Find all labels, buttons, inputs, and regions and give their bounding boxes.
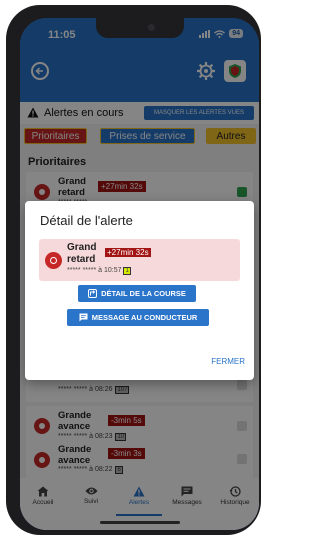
phone-frame: 11:05 94 Alertes en cours MASQUER LES AL… xyxy=(6,5,261,535)
course-detail-button[interactable]: DÉTAIL DE LA COURSE xyxy=(78,285,196,302)
dialog-alert-name: Grand retard xyxy=(67,242,97,265)
home-indicator xyxy=(100,521,180,524)
route-icon xyxy=(88,289,98,298)
dialog-alert-summary: Grand retard +27min 32s ***** ***** à 10… xyxy=(39,239,240,281)
alert-status-icon xyxy=(45,252,62,269)
dialog-alert-duration: +27min 32s xyxy=(105,248,151,257)
dialog-title: Détail de l'alerte xyxy=(40,213,133,228)
message-icon xyxy=(79,313,88,322)
close-dialog-button[interactable]: FERMER xyxy=(211,357,245,366)
dialog-alert-number: 1 xyxy=(123,267,131,275)
dialog-alert-subtitle: ***** ***** à 10:57 1 xyxy=(67,267,131,275)
app-screen: 11:05 94 Alertes en cours MASQUER LES AL… xyxy=(20,18,259,530)
camera-notch xyxy=(96,18,184,38)
message-driver-button[interactable]: MESSAGE AU CONDUCTEUR xyxy=(67,309,209,326)
alert-detail-dialog: Détail de l'alerte Grand retard +27min 3… xyxy=(25,201,254,380)
